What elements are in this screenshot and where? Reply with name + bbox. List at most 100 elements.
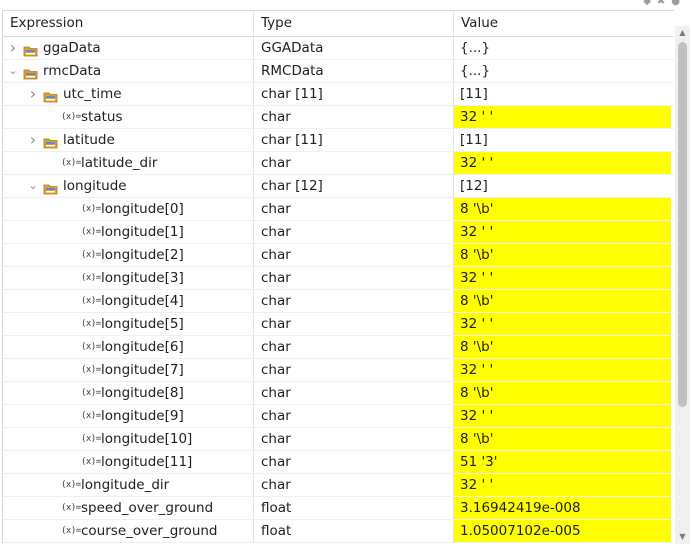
value-cell[interactable]: 51 '3' xyxy=(454,451,671,473)
tree-row[interactable]: (x)= longitude[2] char 8 '\b' xyxy=(3,244,674,267)
expression-label: longitude[11] xyxy=(101,454,193,470)
type-cell: GGAData xyxy=(254,37,454,59)
expression-cell[interactable]: (x)= longitude_dir xyxy=(3,474,254,496)
chevron-down-icon[interactable]: ⌄ xyxy=(27,175,39,197)
expression-cell[interactable]: (x)= longitude[4] xyxy=(3,290,254,312)
value-cell[interactable]: 32 ' ' xyxy=(454,267,671,289)
value-cell[interactable]: 8 '\b' xyxy=(454,382,671,404)
expressions-tree[interactable]: Expression Type Value › ggaData GGAData {..… xyxy=(2,10,674,544)
chevron-right-icon[interactable]: › xyxy=(27,129,39,151)
expression-cell[interactable]: (x)= latitude_dir xyxy=(3,152,254,174)
chevron-down-icon[interactable]: ⌄ xyxy=(7,60,19,82)
scrollbar-thumb[interactable] xyxy=(678,42,687,407)
tree-row[interactable]: (x)= longitude[4] char 8 '\b' xyxy=(3,290,674,313)
expression-cell[interactable]: (x)= status xyxy=(3,106,254,128)
expression-cell[interactable]: (x)= longitude[3] xyxy=(3,267,254,289)
tree-row[interactable]: › ggaData GGAData {...} xyxy=(3,37,674,60)
expression-cell[interactable]: (x)= longitude[5] xyxy=(3,313,254,335)
variable-icon: (x)= xyxy=(61,112,81,122)
value-cell[interactable]: [11] xyxy=(454,129,671,151)
tree-row[interactable]: (x)= longitude[10] char 8 '\b' xyxy=(3,428,674,451)
tree-row[interactable]: (x)= longitude[7] char 32 ' ' xyxy=(3,359,674,382)
expression-cell[interactable]: › latitude xyxy=(3,129,254,151)
expression-cell[interactable]: (x)= speed_over_ground xyxy=(3,497,254,519)
value-cell[interactable]: 8 '\b' xyxy=(454,198,671,220)
expression-label: longitude[4] xyxy=(101,293,184,309)
value-cell[interactable]: 32 ' ' xyxy=(454,313,671,335)
value-cell[interactable]: 32 ' ' xyxy=(454,106,671,128)
value-cell[interactable]: 8 '\b' xyxy=(454,428,671,450)
value-cell[interactable]: 32 ' ' xyxy=(454,405,671,427)
value-cell[interactable]: [11] xyxy=(454,83,671,105)
tree-row[interactable]: (x)= speed_over_ground float 3.16942419e-00… xyxy=(3,497,674,520)
value-cell[interactable]: {...} xyxy=(454,60,671,82)
type-cell: char [11] xyxy=(254,129,454,151)
tree-row[interactable]: (x)= longitude[3] char 32 ' ' xyxy=(3,267,674,290)
expression-label: course_over_ground xyxy=(81,523,218,539)
value-cell[interactable]: 8 '\b' xyxy=(454,244,671,266)
value-cell[interactable]: 32 ' ' xyxy=(454,221,671,243)
tree-row[interactable]: (x)= longitude[6] char 8 '\b' xyxy=(3,336,674,359)
expression-cell[interactable]: ⌄ longitude xyxy=(3,175,254,197)
expression-cell[interactable]: ⌄ rmcData xyxy=(3,60,254,82)
type-cell: char xyxy=(254,428,454,450)
expression-cell[interactable]: (x)= course_over_ground xyxy=(3,520,254,542)
value-cell[interactable]: [12] xyxy=(454,175,671,197)
tree-row[interactable]: (x)= longitude_dir char 32 ' ' xyxy=(3,474,674,497)
tree-row[interactable]: (x)= latitude_dir char 32 ' ' xyxy=(3,152,674,175)
tree-row[interactable]: (x)= longitude[8] char 8 '\b' xyxy=(3,382,674,405)
expression-label: status xyxy=(81,109,123,125)
scroll-up-arrow-icon[interactable]: ▲ xyxy=(675,26,690,40)
expression-cell[interactable]: (x)= longitude[8] xyxy=(3,382,254,404)
column-header-value[interactable]: Value xyxy=(454,11,673,36)
tree-row[interactable]: ⌄ rmcData RMCData {...} xyxy=(3,60,674,83)
scroll-down-arrow-icon[interactable]: ▼ xyxy=(675,530,690,544)
tree-row[interactable]: › utc_time char [11] [11] xyxy=(3,83,674,106)
value-cell[interactable]: 32 ' ' xyxy=(454,474,671,496)
tree-row[interactable]: (x)= longitude[1] char 32 ' ' xyxy=(3,221,674,244)
expression-cell[interactable]: (x)= longitude[9] xyxy=(3,405,254,427)
chevron-right-icon[interactable]: › xyxy=(7,37,19,59)
tree-row[interactable]: (x)= longitude[5] char 32 ' ' xyxy=(3,313,674,336)
type-cell: char xyxy=(254,152,454,174)
array-icon xyxy=(43,180,59,195)
tree-row[interactable]: (x)= longitude[11] char 51 '3' xyxy=(3,451,674,474)
expression-cell[interactable]: (x)= longitude[0] xyxy=(3,198,254,220)
variable-icon: (x)= xyxy=(61,503,81,513)
type-cell: char xyxy=(254,336,454,358)
column-header-expression[interactable]: Expression xyxy=(3,11,254,36)
tree-row[interactable]: (x)= longitude[9] char 32 ' ' xyxy=(3,405,674,428)
tree-row[interactable]: (x)= status char 32 ' ' xyxy=(3,106,674,129)
chevron-right-icon[interactable]: › xyxy=(27,83,39,105)
expression-cell[interactable]: › utc_time xyxy=(3,83,254,105)
value-cell[interactable]: 8 '\b' xyxy=(454,290,671,312)
tree-row[interactable]: (x)= longitude[0] char 8 '\b' xyxy=(3,198,674,221)
value-cell[interactable]: 32 ' ' xyxy=(454,359,671,381)
expression-cell[interactable]: (x)= longitude[1] xyxy=(3,221,254,243)
expression-cell[interactable]: (x)= longitude[2] xyxy=(3,244,254,266)
tree-row[interactable]: (x)= course_over_ground float 1.05007102e-0… xyxy=(3,520,674,543)
value-cell[interactable]: 32 ' ' xyxy=(454,152,671,174)
view-toolbar-icons[interactable]: ◆✖● xyxy=(643,0,686,7)
vertical-scrollbar[interactable]: ▲ ▼ xyxy=(675,26,690,544)
variable-icon: (x)= xyxy=(61,480,81,490)
value-cell[interactable]: 1.05007102e-005 xyxy=(454,520,671,542)
expression-cell[interactable]: (x)= longitude[6] xyxy=(3,336,254,358)
expression-cell[interactable]: (x)= longitude[10] xyxy=(3,428,254,450)
value-cell[interactable]: {...} xyxy=(454,37,671,59)
expression-label: longitude[7] xyxy=(101,362,184,378)
type-cell: char [12] xyxy=(254,175,454,197)
tree-row[interactable]: › latitude char [11] [11] xyxy=(3,129,674,152)
expression-cell[interactable]: (x)= longitude[7] xyxy=(3,359,254,381)
value-cell[interactable]: 8 '\b' xyxy=(454,336,671,358)
type-cell: char xyxy=(254,451,454,473)
expression-label: longitude_dir xyxy=(81,477,170,493)
column-header-type[interactable]: Type xyxy=(254,11,454,36)
expression-cell[interactable]: › ggaData xyxy=(3,37,254,59)
value-cell[interactable]: 3.16942419e-008 xyxy=(454,497,671,519)
type-cell: char xyxy=(254,198,454,220)
expression-cell[interactable]: (x)= longitude[11] xyxy=(3,451,254,473)
struct-icon xyxy=(23,65,39,80)
tree-row[interactable]: ⌄ longitude char [12] [12] xyxy=(3,175,674,198)
type-cell: char xyxy=(254,106,454,128)
